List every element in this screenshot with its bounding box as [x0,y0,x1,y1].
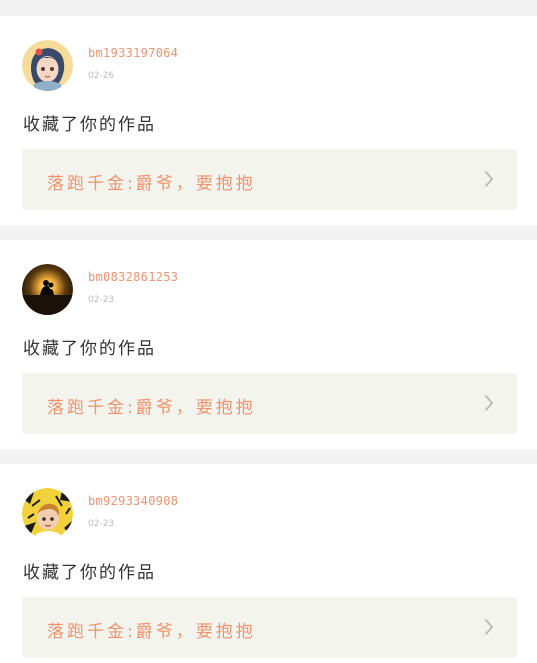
activity-message: 收藏了你的作品 [23,115,156,135]
work-title: 落跑千金:爵爷，要抱抱 [47,622,256,642]
work-link-button[interactable]: 落跑千金:爵爷，要抱抱 [22,149,517,210]
user-avatar[interactable] [22,264,73,315]
username[interactable]: bm9293340908 [88,494,178,508]
username[interactable]: bm0832861253 [88,270,178,284]
user-avatar[interactable] [22,488,73,539]
chevron-right-icon [485,619,493,635]
notification-card: bm1933197064 02-26 收藏了你的作品 落跑千金:爵爷，要抱抱 [0,16,537,225]
notification-card: bm0832861253 02-23 收藏了你的作品 落跑千金:爵爷，要抱抱 [0,240,537,449]
girl-cartoon-avatar-icon [22,40,73,91]
user-avatar[interactable] [22,40,73,91]
activity-message: 收藏了你的作品 [23,339,156,359]
work-link-button[interactable]: 落跑千金:爵爷，要抱抱 [22,597,517,658]
chevron-right-icon [485,395,493,411]
activity-message: 收藏了你的作品 [23,563,156,583]
notification-feed: bm1933197064 02-26 收藏了你的作品 落跑千金:爵爷，要抱抱 b… [0,16,537,663]
username[interactable]: bm1933197064 [88,46,178,60]
timestamp: 02-23 [88,295,115,305]
sunset-silhouette-avatar-icon [22,264,73,315]
work-title: 落跑千金:爵爷，要抱抱 [47,398,256,418]
notification-card: bm9293340908 02-23 收藏了你的作品 落跑千金:爵爷，要抱抱 [0,464,537,663]
timestamp: 02-23 [88,519,115,529]
timestamp: 02-26 [88,71,115,81]
work-link-button[interactable]: 落跑千金:爵爷，要抱抱 [22,373,517,434]
work-title: 落跑千金:爵爷，要抱抱 [47,174,256,194]
chevron-right-icon [485,171,493,187]
yellow-cartoon-avatar-icon [22,488,73,539]
